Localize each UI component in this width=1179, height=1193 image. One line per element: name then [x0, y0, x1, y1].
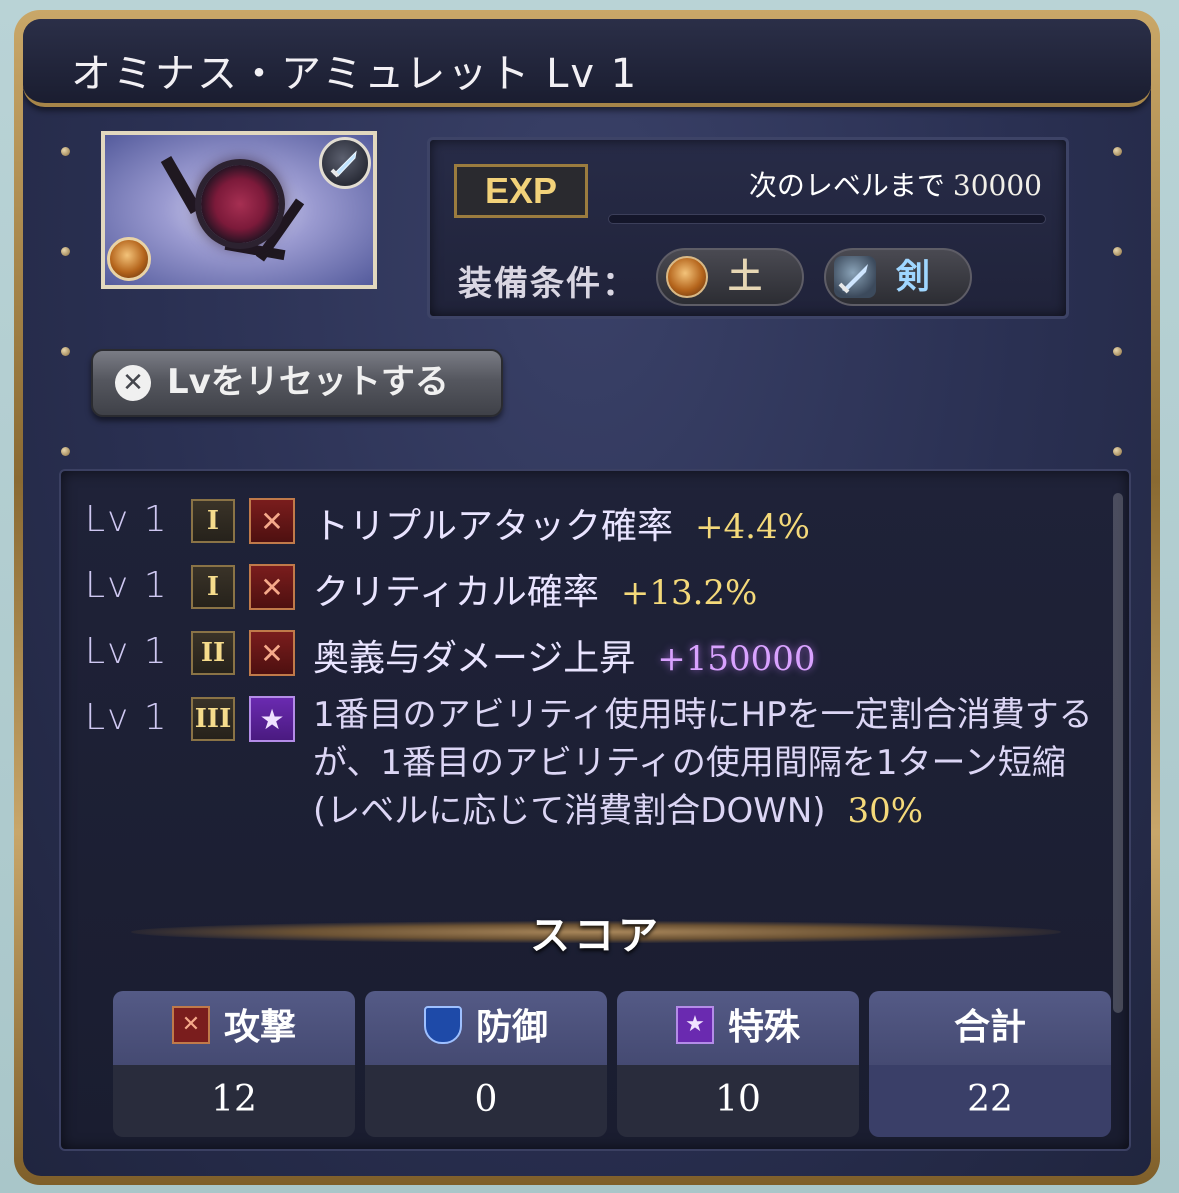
score-label-defense: 防御: [475, 1007, 548, 1048]
next-level-label: 次のレベルまで: [748, 169, 945, 202]
equip-weapon-pill: 剣: [824, 248, 972, 306]
score-header-attack: ✕ 攻撃: [113, 991, 355, 1065]
skills-panel: Lv 1 I ✕ トリプルアタック確率 +4.4% Lv 1 I ✕ クリティカル…: [59, 469, 1131, 1151]
skill-rank-badge: I: [191, 565, 235, 609]
score-cell-special: ★ 特殊 10: [617, 991, 859, 1137]
crossed-swords-icon: ✕: [249, 564, 295, 610]
title-bar: オミナス・アミュレット Lv 1: [23, 19, 1151, 107]
earth-element-icon: [666, 256, 708, 298]
skill-name: クリティカル確率: [313, 572, 599, 613]
score-value-total: 22: [869, 1065, 1111, 1137]
score-header-special: ★ 特殊: [617, 991, 859, 1065]
score-label-special: 特殊: [727, 1007, 800, 1048]
reset-level-button[interactable]: ✕ Lvをリセットする: [91, 349, 503, 417]
skill-name: トリプルアタック確率: [313, 506, 674, 547]
equip-weapon-label: 剣: [896, 257, 930, 297]
skill-level: Lv 1: [85, 499, 169, 540]
rivet-icon: [61, 147, 70, 156]
skill-desc-text: 1番目のアビリティ使用時にHPを一定割合消費するが、1番目のアビリティの使用間隔…: [313, 695, 1093, 831]
skill-level: Lv 1: [85, 697, 169, 738]
equip-element-pill: 土: [656, 248, 804, 306]
equip-element-label: 土: [728, 257, 762, 297]
score-value-special: 10: [617, 1065, 859, 1137]
close-icon: ✕: [115, 365, 151, 401]
earth-element-icon: [107, 237, 151, 281]
rivet-icon: [1113, 247, 1122, 256]
exp-label: EXP: [454, 164, 588, 218]
rivet-icon: [1113, 147, 1122, 156]
crossed-swords-icon: ✕: [249, 498, 295, 544]
skill-name: 奥義与ダメージ上昇: [313, 638, 636, 679]
shield-icon: [423, 1006, 462, 1044]
skill-text: クリティカル確率 +13.2%: [313, 563, 757, 615]
score-cell-attack: ✕ 攻撃 12: [113, 991, 355, 1137]
rivet-icon: [61, 347, 70, 356]
score-label-attack: 攻撃: [223, 1007, 296, 1048]
rivet-icon: [1113, 447, 1122, 456]
score-header-defense: 防御: [365, 991, 607, 1065]
amulet-icon: [201, 165, 279, 243]
skill-value: +13.2%: [620, 573, 758, 613]
equip-condition-label: 装備条件：: [458, 264, 638, 304]
item-title: オミナス・アミュレット Lv 1: [71, 51, 639, 97]
scrollbar[interactable]: [1113, 493, 1123, 1013]
rivet-icon: [61, 247, 70, 256]
score-header-total: 合計: [869, 991, 1111, 1065]
next-level-text: 次のレベルまで 30000: [749, 164, 1042, 204]
crossed-swords-icon: ✕: [171, 1006, 210, 1044]
score-cell-total: 合計 22: [869, 991, 1111, 1137]
score-title: スコア: [530, 913, 662, 959]
score-cell-defense: 防御 0: [365, 991, 607, 1137]
info-panel: EXP 次のレベルまで 30000 装備条件： 土 剣: [427, 137, 1069, 319]
score-value-attack: 12: [113, 1065, 355, 1137]
window-body: オミナス・アミュレット Lv 1 EXP 次のレベルまで 30000 装備条件：…: [23, 19, 1151, 1176]
star-icon: ★: [675, 1006, 714, 1044]
item-detail-window: オミナス・アミュレット Lv 1 EXP 次のレベルまで 30000 装備条件：…: [14, 10, 1160, 1185]
reset-level-label: Lvをリセットする: [167, 362, 449, 402]
rivet-icon: [1113, 347, 1122, 356]
skill-rank-badge: II: [191, 631, 235, 675]
skill-rank-badge: III: [191, 697, 235, 741]
skill-text: トリプルアタック確率 +4.4%: [313, 497, 810, 549]
skill-value: +150000: [657, 639, 816, 679]
crossed-swords-icon: ✕: [249, 630, 295, 676]
score-divider: スコア: [131, 911, 1061, 959]
star-icon: ★: [249, 696, 295, 742]
rivet-icon: [61, 447, 70, 456]
skill-text: 奥義与ダメージ上昇 +150000: [313, 629, 815, 681]
skill-description: 1番目のアビリティ使用時にHPを一定割合消費するが、1番目のアビリティの使用間隔…: [313, 691, 1103, 835]
skill-level: Lv 1: [85, 565, 169, 606]
score-value-defense: 0: [365, 1065, 607, 1137]
item-thumbnail: [101, 131, 377, 289]
skill-level: Lv 1: [85, 631, 169, 672]
next-level-value: 30000: [952, 169, 1042, 202]
exp-progress-bar: [608, 214, 1046, 224]
score-table: ✕ 攻撃 12 防御 0 ★ 特殊 10 合計 22: [91, 991, 1111, 1137]
skill-rank-badge: I: [191, 499, 235, 543]
skill-value: 30%: [847, 791, 924, 831]
skill-value: +4.4%: [695, 507, 810, 547]
sword-icon: [834, 256, 876, 298]
sword-icon: [319, 137, 371, 189]
